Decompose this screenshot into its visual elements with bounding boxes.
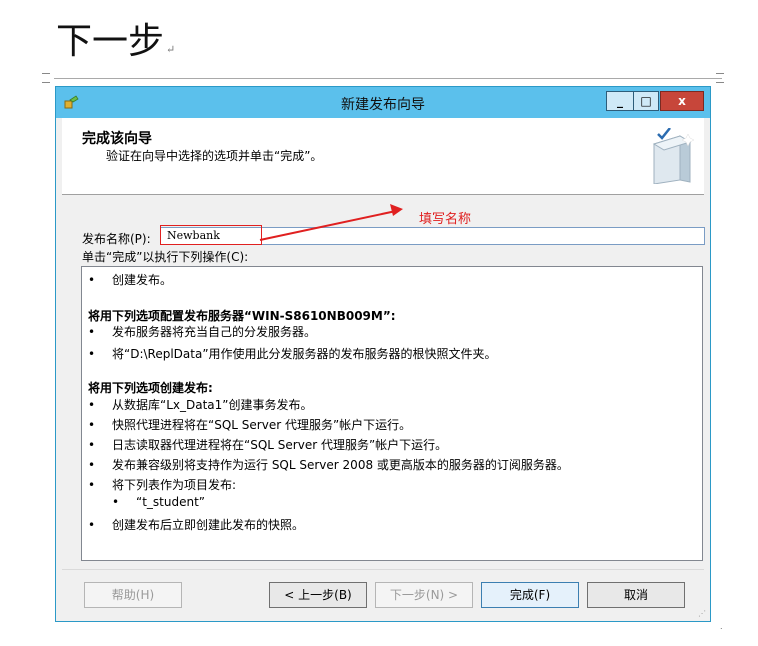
list-item: • 将“D:\ReplData”用作使用此分发服务器的发布服务器的根快照文件夹。 [88, 347, 497, 361]
list-subitem: • “t_student” [112, 495, 206, 509]
page-edge-mark: . [720, 622, 723, 631]
actions-list[interactable]: • 创建发布。 将用下列选项配置发布服务器“WIN-S8610NB009M”: •… [81, 266, 703, 561]
actions-label: 单击“完成”以执行下列操作(C): [82, 250, 249, 264]
list-item: • 创建发布。 [88, 273, 173, 287]
back-button[interactable]: < 上一步(B) [269, 582, 367, 608]
return-mark: ↵ [166, 43, 176, 56]
resize-grip-icon[interactable]: ⋰ [698, 609, 706, 618]
finish-button[interactable]: 完成(F) [481, 582, 579, 608]
list-item: • 创建发布后立即创建此发布的快照。 [88, 518, 305, 532]
section-heading: 将用下列选项创建发布: [88, 381, 213, 395]
cancel-button[interactable]: 取消 [587, 582, 685, 608]
section-heading: 将用下列选项配置发布服务器“WIN-S8610NB009M”: [88, 309, 396, 323]
annotation-text: 填写名称 [419, 212, 472, 227]
wizard-window: 新建发布向导 _ □ x 完成该向导 验证在向导中选择的选项并单击“完成”。 发… [55, 86, 711, 622]
footer-divider [62, 569, 704, 570]
table-corner-left [42, 73, 50, 83]
list-item: • 发布服务器将充当自己的分发服务器。 [88, 325, 317, 339]
page-heading: 下一步 ↵ [56, 21, 176, 62]
table-corner-right [716, 73, 724, 83]
next-button[interactable]: 下一步(N) > [375, 582, 473, 608]
list-item: • 将下列表作为项目发布: [88, 478, 237, 492]
list-item: • 发布兼容级别将支持作为运行 SQL Server 2008 或更高版本的服务器… [88, 458, 569, 472]
help-button[interactable]: 帮助(H) [84, 582, 182, 608]
list-item: • 快照代理进程将在“SQL Server 代理服务”帐户下运行。 [88, 418, 412, 432]
list-item: • 日志读取器代理进程将在“SQL Server 代理服务”帐户下运行。 [88, 438, 448, 452]
list-item: • 从数据库“Lx_Data1”创建事务发布。 [88, 398, 313, 412]
divider-line [54, 78, 722, 79]
